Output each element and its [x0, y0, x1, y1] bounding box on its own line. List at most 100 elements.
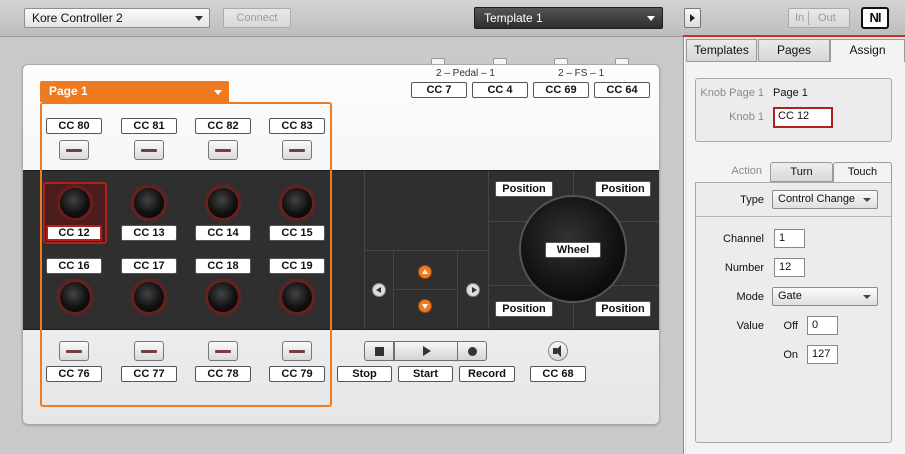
play-icon — [423, 346, 431, 356]
pad-button[interactable] — [59, 341, 89, 361]
pedal-1-label[interactable]: CC 4 — [472, 82, 528, 98]
tab-pages[interactable]: Pages — [758, 39, 830, 62]
knob-label[interactable]: CC 17 — [121, 258, 177, 274]
footswitch-1-label[interactable]: CC 64 — [594, 82, 650, 98]
number-field[interactable]: 12 — [774, 258, 805, 277]
knob-label[interactable]: CC 19 — [269, 258, 325, 274]
volume-label[interactable]: CC 68 — [530, 366, 586, 382]
pad-button[interactable] — [282, 341, 312, 361]
button-label[interactable]: CC 80 — [46, 118, 102, 134]
arrow-right-icon — [472, 287, 477, 293]
position-label[interactable]: Position — [495, 181, 553, 197]
nav-down-button[interactable] — [418, 299, 432, 313]
footswitch-2-label[interactable]: CC 69 — [533, 82, 589, 98]
tab-templates[interactable]: Templates — [686, 39, 757, 62]
knob-label-selected[interactable]: CC 12 — [46, 225, 102, 241]
chevron-down-icon — [214, 90, 222, 95]
pad-button[interactable] — [134, 341, 164, 361]
chevron-down-icon — [647, 16, 655, 21]
controller-dropdown[interactable]: Kore Controller 2 — [24, 8, 210, 28]
button-label[interactable]: CC 82 — [195, 118, 251, 134]
play-button[interactable] — [394, 341, 458, 361]
off-value-field[interactable]: 0 — [807, 316, 838, 335]
stop-icon — [375, 347, 384, 356]
template-dropdown-label: Template 1 — [484, 11, 543, 25]
action-label: Action — [731, 165, 762, 177]
connect-button[interactable]: Connect — [223, 8, 291, 28]
off-label: Off — [783, 320, 798, 332]
button-label[interactable]: CC 83 — [269, 118, 325, 134]
knob[interactable] — [208, 282, 238, 312]
knob-label: Knob 1 — [729, 111, 764, 123]
button-label[interactable]: CC 78 — [195, 366, 251, 382]
stop-button[interactable] — [364, 341, 394, 361]
mode-label: Mode — [736, 291, 764, 303]
record-label[interactable]: Record — [459, 366, 515, 382]
arrow-up-icon — [422, 269, 428, 274]
nav-up-button[interactable] — [418, 265, 432, 279]
fs-group-label: 2 – FS – 1 — [558, 68, 605, 79]
volume-button[interactable] — [548, 341, 568, 361]
knob[interactable] — [134, 188, 164, 218]
knob[interactable] — [134, 282, 164, 312]
knob[interactable] — [208, 188, 238, 218]
type-dropdown[interactable]: Control Change — [772, 190, 878, 209]
controller-dropdown-label: Kore Controller 2 — [32, 11, 123, 25]
button-label[interactable]: CC 77 — [121, 366, 177, 382]
tab-assign[interactable]: Assign — [830, 39, 905, 63]
pedal-2-label[interactable]: CC 7 — [411, 82, 467, 98]
value-label: Value — [736, 320, 764, 332]
touch-settings-box — [695, 182, 892, 443]
template-dropdown[interactable]: Template 1 — [474, 7, 663, 29]
chevron-down-icon — [195, 16, 203, 21]
knob-label[interactable]: CC 15 — [269, 225, 325, 241]
on-value-field[interactable]: 127 — [807, 345, 838, 364]
arrow-left-icon — [376, 287, 381, 293]
pad-button[interactable] — [208, 341, 238, 361]
button-label[interactable]: CC 81 — [121, 118, 177, 134]
knob[interactable] — [60, 282, 90, 312]
pad-button[interactable] — [208, 140, 238, 160]
subtab-turn[interactable]: Turn — [770, 162, 833, 182]
arrow-down-icon — [422, 304, 428, 309]
page-dropdown[interactable]: Page 1 — [40, 81, 229, 102]
knob[interactable] — [282, 188, 312, 218]
expand-panel-button[interactable] — [684, 8, 701, 28]
chevron-down-icon — [863, 198, 871, 202]
knob-label[interactable]: CC 14 — [195, 225, 251, 241]
position-label[interactable]: Position — [595, 181, 651, 197]
position-label[interactable]: Position — [595, 301, 651, 317]
ni-logo: NI — [861, 7, 889, 29]
start-label[interactable]: Start — [398, 366, 453, 382]
number-label: Number — [724, 262, 764, 274]
type-label: Type — [740, 194, 764, 206]
knob-page-value: Page 1 — [773, 87, 808, 99]
mode-dropdown[interactable]: Gate — [772, 287, 878, 306]
pad-button[interactable] — [134, 140, 164, 160]
position-label[interactable]: Position — [495, 301, 553, 317]
nav-left-button[interactable] — [372, 283, 386, 297]
chevron-down-icon — [863, 295, 871, 299]
channel-label: Channel — [723, 233, 764, 245]
knob-label[interactable]: CC 16 — [46, 258, 102, 274]
nav-right-button[interactable] — [466, 283, 480, 297]
wheel-label[interactable]: Wheel — [545, 242, 601, 258]
pad-button[interactable] — [282, 140, 312, 160]
stop-label[interactable]: Stop — [337, 366, 392, 382]
subtab-touch[interactable]: Touch — [833, 162, 892, 182]
knob-label[interactable]: CC 13 — [121, 225, 177, 241]
knob[interactable] — [60, 188, 90, 218]
midi-activity-indicator: In Out — [788, 8, 850, 28]
button-label[interactable]: CC 76 — [46, 366, 102, 382]
record-button[interactable] — [457, 341, 487, 361]
in-label: In — [795, 12, 805, 24]
play-right-icon — [690, 14, 695, 22]
on-label: On — [783, 349, 798, 361]
knob[interactable] — [282, 282, 312, 312]
button-label[interactable]: CC 79 — [269, 366, 325, 382]
out-label: Out — [818, 12, 836, 24]
knob-name-field[interactable]: CC 12 — [773, 107, 833, 128]
channel-field[interactable]: 1 — [774, 229, 805, 248]
pad-button[interactable] — [59, 140, 89, 160]
knob-label[interactable]: CC 18 — [195, 258, 251, 274]
